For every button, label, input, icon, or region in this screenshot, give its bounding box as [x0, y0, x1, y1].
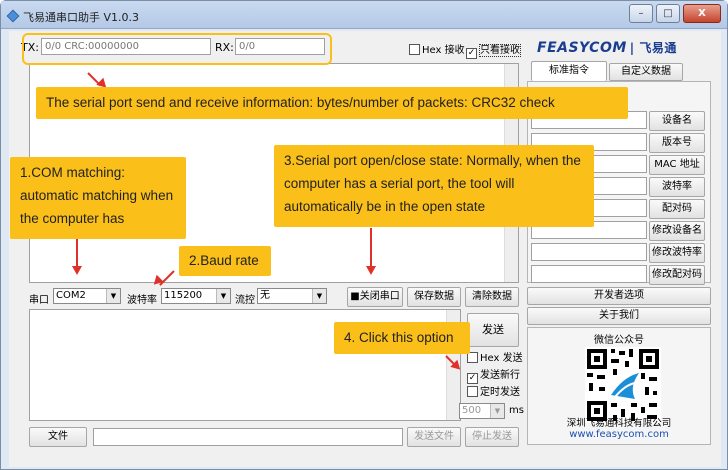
clear-data-button[interactable]: 清除数据	[465, 287, 519, 307]
modify-name-button[interactable]: 修改设备名	[649, 221, 705, 241]
callout-click: 4. Click this option	[334, 322, 470, 354]
close-port-button[interactable]: ■关闭串口	[347, 287, 403, 307]
baud-label: 波特率	[127, 295, 157, 306]
port-select[interactable]: COM2 ▼	[53, 288, 121, 304]
brand-logo-text: FEASYCOM	[537, 40, 627, 56]
pair-code-button[interactable]: 配对码	[649, 199, 705, 219]
title-bar[interactable]: 飞易通串口助手 V1.0.3 – □ X	[1, 1, 727, 29]
port-label: 串口	[29, 295, 49, 306]
close-button[interactable]: X	[683, 4, 721, 23]
baud-query-button[interactable]: 波特率	[649, 177, 705, 197]
brand-logo: FEASYCOM | 飞易通	[537, 39, 677, 56]
maximize-button[interactable]: □	[656, 4, 680, 23]
timed-send-option[interactable]: 定时发送	[467, 383, 520, 398]
qr-code-icon	[585, 347, 661, 423]
window-title: 飞易通串口助手 V1.0.3	[23, 11, 140, 24]
about-button[interactable]: 关于我们	[527, 307, 711, 325]
arrow-line	[370, 228, 372, 267]
version-button[interactable]: 版本号	[649, 133, 705, 153]
arrow-icon	[366, 266, 376, 275]
baud-select[interactable]: 115200 ▼	[161, 288, 231, 304]
wechat-title: 微信公众号	[594, 335, 644, 346]
modify-pair-button[interactable]: 修改配对码	[649, 265, 705, 285]
company-name: 深圳飞易通科技有限公司	[566, 418, 672, 429]
hex-send-option[interactable]: Hex 发送	[467, 349, 523, 364]
flow-label: 流控	[235, 295, 255, 306]
file-path-field[interactable]	[93, 428, 403, 446]
flow-select[interactable]: 无 ▼	[257, 288, 327, 304]
hex-receive-checkbox[interactable]	[409, 44, 420, 55]
stop-send-button[interactable]: 停止发送	[465, 427, 519, 447]
hex-receive-label: Hex 接收	[422, 45, 465, 56]
minimize-button[interactable]: –	[629, 4, 653, 23]
status-highlight	[22, 33, 332, 65]
timed-send-label: 定时发送	[480, 387, 520, 398]
port-value: COM2	[56, 290, 86, 301]
timed-send-checkbox[interactable]	[467, 386, 478, 397]
arrow-icon	[72, 266, 82, 275]
hex-send-label: Hex 发送	[480, 353, 523, 364]
send-newline-option[interactable]: ✓ 发送新行	[467, 366, 520, 384]
arrow-line	[76, 239, 78, 267]
chevron-down-icon: ▼	[106, 289, 120, 303]
tab-standard-commands[interactable]: 标准指令	[531, 61, 607, 81]
chevron-down-icon: ▼	[312, 289, 326, 303]
chevron-down-icon: ▼	[490, 404, 504, 418]
developer-options-button[interactable]: 开发者选项	[527, 287, 711, 305]
company-url[interactable]: www.feasycom.com	[527, 429, 711, 440]
callout-state: 3.Serial port open/close state: Normally…	[274, 145, 594, 227]
view-receive-checkbox[interactable]: ✓	[466, 48, 477, 59]
brand-logo-cn: | 飞易通	[629, 41, 677, 55]
view-receive-label: 只看接收	[479, 44, 521, 57]
tab-custom-data[interactable]: 自定义数据	[609, 63, 683, 81]
callout-info: The serial port send and receive informa…	[36, 87, 628, 119]
chevron-down-icon: ▼	[216, 289, 230, 303]
send-file-button[interactable]: 发送文件	[407, 427, 461, 447]
flow-value: 无	[260, 290, 270, 301]
device-name-button[interactable]: 设备名	[649, 111, 705, 131]
send-newline-label: 发送新行	[480, 370, 520, 381]
interval-unit: ms	[509, 405, 524, 416]
baud-value: 115200	[164, 290, 203, 301]
command-field-7[interactable]	[531, 243, 647, 261]
modify-baud-button[interactable]: 修改波特率	[649, 243, 705, 263]
save-data-button[interactable]: 保存数据	[407, 287, 461, 307]
send-button[interactable]: 发送	[467, 313, 519, 347]
view-receive-option[interactable]: ✓ 只看接收	[466, 41, 521, 59]
interval-value: 500	[462, 405, 482, 416]
app-icon	[6, 9, 20, 23]
file-button[interactable]: 文件	[29, 427, 87, 447]
interval-select[interactable]: 500 ▼	[459, 403, 505, 419]
command-field-8[interactable]	[531, 265, 647, 283]
hex-receive-option[interactable]: Hex 接收	[409, 41, 465, 56]
callout-com: 1.COM matching: automatic matching when …	[10, 157, 186, 239]
callout-baud: 2.Baud rate	[179, 246, 271, 276]
mac-address-button[interactable]: MAC 地址	[649, 155, 705, 175]
